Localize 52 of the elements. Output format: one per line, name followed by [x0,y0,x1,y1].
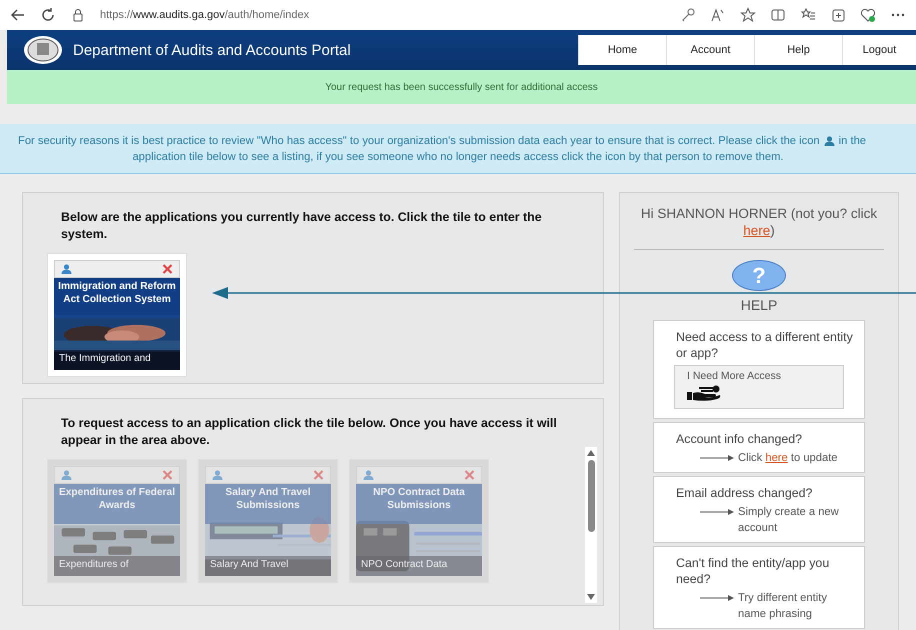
arrow-icon [700,454,734,462]
nav-link[interactable]: Account [666,35,754,65]
split-screen-icon[interactable] [770,7,786,23]
tile-caption: Salary And Travel [205,556,331,576]
help-question: Account info changed? [676,431,804,447]
help-answer: Try different entity name phrasing [738,591,828,622]
tile-title: Expenditures of Federal Awards [54,484,180,524]
back-icon[interactable] [10,7,26,23]
tile-caption: NPO Contract Data [356,556,482,576]
hand-icon [687,385,721,401]
user-icon[interactable] [61,264,72,274]
scroll-down-icon[interactable] [587,594,595,600]
portal-title: Department of Audits and Accounts Portal [73,42,352,58]
nav-link[interactable]: Logout [842,35,916,65]
help-label: HELP [740,297,778,313]
success-message: Your request has been successfully sent for additional access [7,70,916,104]
info-text: in the [838,134,866,149]
tile-title: NPO Contract Data Submissions [356,484,482,524]
help-question: Can't find the entity/app you need? [676,555,830,587]
help-answer: Click here to update [738,451,838,466]
greeting-text: Hi SHANNON HORNER (not you? click here) [640,205,878,239]
more-access-button[interactable]: I Need More Access [674,365,844,409]
help-answer: Simply create a new account [738,505,840,536]
here-link[interactable]: here [765,452,788,464]
section-heading: Below are the applications you currently have access to. Click the tile to enter the system. [61,209,543,243]
star-icon[interactable] [740,7,756,23]
nav-link[interactable]: Home [578,35,666,65]
collections-icon[interactable] [830,7,846,23]
app-tile[interactable]: Immigration and Reform Act Collection System The Immigration and [47,253,187,377]
user-icon [824,136,835,146]
read-aloud-icon[interactable] [710,7,726,23]
help-question: Email address changed? [676,485,814,501]
close-icon[interactable] [162,264,173,274]
key-icon[interactable] [680,7,696,23]
info-text: application tile below to see a listing, if you see someone who no longer needs access click the icon by that person to remove them. [131,150,785,165]
arrow-icon [700,508,734,516]
heart-pulse-icon[interactable] [860,7,876,23]
tile-title: Immigration and Reform Act Collection System [54,278,180,318]
nav-link[interactable]: Help [754,35,842,65]
section-heading: To request access to an application click the tile below. Once you have access it will appear in the area above. [61,415,558,449]
tile-title: Salary And Travel Submissions [205,484,331,524]
address-bar[interactable]: https://www.audits.ga.gov/auth/home/index [100,9,310,21]
tile-caption: Expenditures of [54,556,180,576]
info-text: For security reasons it is best practice to review "Who has access" to your organization's submission data each year to ensure that is correct. Please click the icon [18,134,820,149]
arrow-icon [700,594,734,602]
scroll-up-icon[interactable] [587,450,595,456]
scrollbar[interactable] [585,447,597,603]
tile-caption: The Immigration and [54,350,180,370]
seal-icon [23,35,63,65]
help-question: Need access to a different entity or app? [676,329,854,361]
help-icon: ? [732,260,786,291]
refresh-icon[interactable] [40,7,56,23]
